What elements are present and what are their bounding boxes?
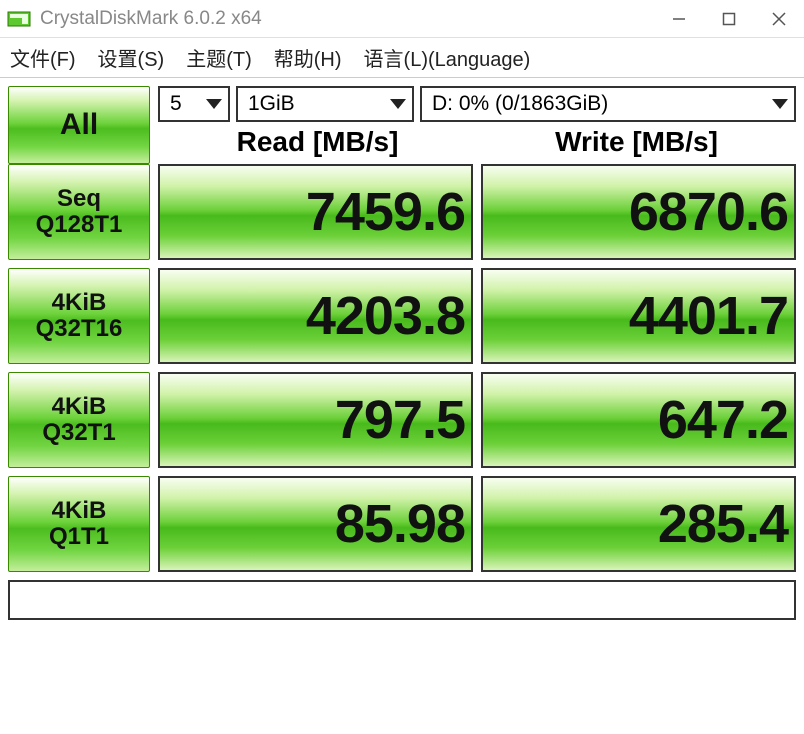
status-bar — [8, 580, 796, 620]
write-result-cell: 285.4 — [481, 476, 796, 572]
menu-file[interactable]: 文件(F) — [10, 43, 76, 72]
test-count-value: 5 — [170, 92, 182, 116]
test-button-q32t1[interactable]: 4KiBQ32T1 — [8, 372, 150, 468]
window-controls — [654, 0, 804, 37]
benchmark-row: 4KiBQ1T185.98285.4 — [8, 476, 796, 572]
controls-row: All 5 1GiB D: 0% (0/1863GiB) Read [MB/s] — [4, 86, 800, 164]
read-result-value: 4203.8 — [160, 270, 465, 362]
test-size-value: 1GiB — [248, 92, 295, 116]
main-content: All 5 1GiB D: 0% (0/1863GiB) Read [MB/s] — [0, 78, 804, 624]
write-result-cell: 4401.7 — [481, 268, 796, 364]
test-label-line2: Q128T1 — [36, 212, 123, 238]
read-result-cell: 4203.8 — [158, 268, 473, 364]
chevron-down-icon — [390, 99, 406, 109]
menu-theme[interactable]: 主题(T) — [186, 43, 252, 72]
test-button-q128t1[interactable]: SeqQ128T1 — [8, 164, 150, 260]
test-label-line1: 4KiB — [52, 394, 107, 420]
test-count-select[interactable]: 5 — [158, 86, 230, 122]
test-button-q1t1[interactable]: 4KiBQ1T1 — [8, 476, 150, 572]
close-button[interactable] — [754, 0, 804, 37]
test-size-select[interactable]: 1GiB — [236, 86, 414, 122]
title-bar: CrystalDiskMark 6.0.2 x64 — [0, 0, 804, 38]
drive-value: D: 0% (0/1863GiB) — [432, 92, 608, 116]
chevron-down-icon — [772, 99, 788, 109]
column-headers: Read [MB/s] Write [MB/s] — [158, 126, 796, 164]
benchmark-grid: SeqQ128T17459.66870.64KiBQ32T164203.8440… — [4, 164, 800, 572]
app-icon — [6, 6, 32, 32]
write-result-value: 285.4 — [483, 478, 788, 570]
write-result-value: 6870.6 — [483, 166, 788, 258]
benchmark-row: 4KiBQ32T1797.5647.2 — [8, 372, 796, 468]
test-label-line2: Q32T1 — [42, 420, 115, 446]
read-result-cell: 7459.6 — [158, 164, 473, 260]
window-title: CrystalDiskMark 6.0.2 x64 — [40, 8, 654, 30]
write-result-cell: 6870.6 — [481, 164, 796, 260]
all-button-label: All — [60, 108, 98, 142]
read-result-cell: 797.5 — [158, 372, 473, 468]
test-label-line1: Seq — [57, 186, 101, 212]
minimize-button[interactable] — [654, 0, 704, 37]
benchmark-row: SeqQ128T17459.66870.6 — [8, 164, 796, 260]
maximize-button[interactable] — [704, 0, 754, 37]
read-result-value: 797.5 — [160, 374, 465, 466]
test-label-line2: Q1T1 — [49, 524, 109, 550]
test-label-line2: Q32T16 — [36, 316, 123, 342]
dropdown-row: 5 1GiB D: 0% (0/1863GiB) — [158, 86, 796, 122]
drive-select[interactable]: D: 0% (0/1863GiB) — [420, 86, 796, 122]
test-label-line1: 4KiB — [52, 290, 107, 316]
test-button-q32t16[interactable]: 4KiBQ32T16 — [8, 268, 150, 364]
write-result-value: 647.2 — [483, 374, 788, 466]
read-header: Read [MB/s] — [158, 126, 477, 164]
write-result-cell: 647.2 — [481, 372, 796, 468]
test-label-line1: 4KiB — [52, 498, 107, 524]
write-result-value: 4401.7 — [483, 270, 788, 362]
menu-bar: 文件(F) 设置(S) 主题(T) 帮助(H) 语言(L)(Language) — [0, 38, 804, 78]
menu-settings[interactable]: 设置(S) — [98, 43, 165, 72]
write-header: Write [MB/s] — [477, 126, 796, 164]
chevron-down-icon — [206, 99, 222, 109]
read-result-value: 85.98 — [160, 478, 465, 570]
menu-help[interactable]: 帮助(H) — [274, 43, 342, 72]
benchmark-row: 4KiBQ32T164203.84401.7 — [8, 268, 796, 364]
menu-language[interactable]: 语言(L)(Language) — [364, 43, 531, 72]
read-result-cell: 85.98 — [158, 476, 473, 572]
read-result-value: 7459.6 — [160, 166, 465, 258]
all-button[interactable]: All — [8, 86, 150, 164]
